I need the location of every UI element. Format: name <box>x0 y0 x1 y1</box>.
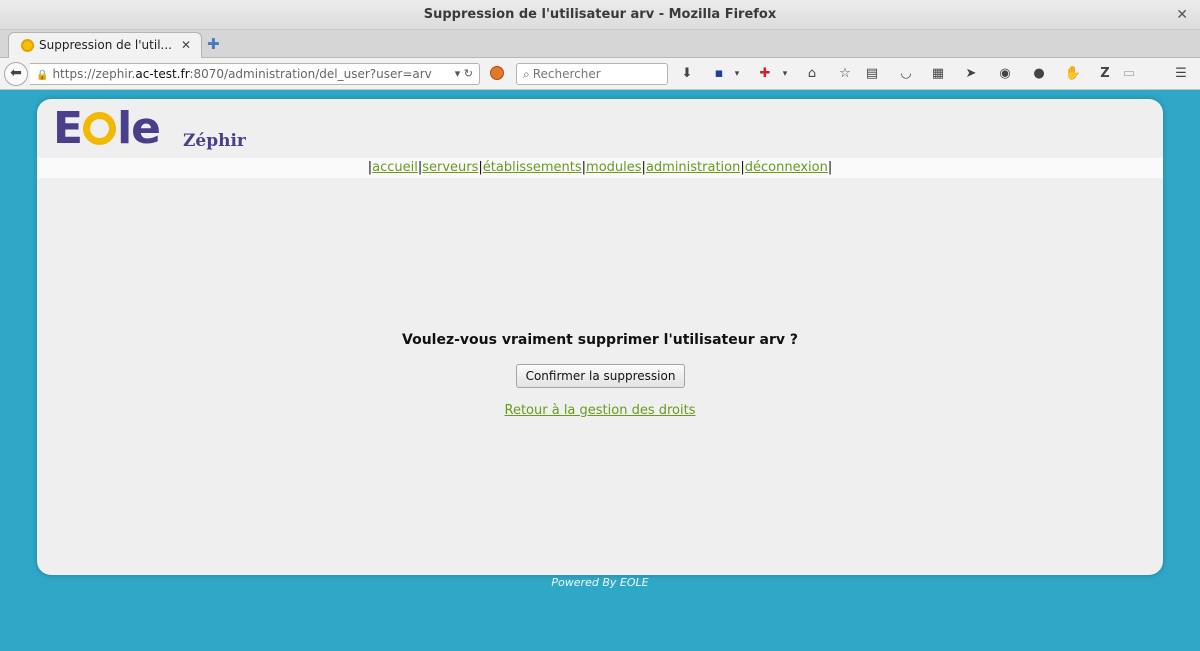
tab-title: Suppression de l'util... <box>39 38 172 52</box>
url-bar[interactable]: 🔒 https://zephir.ac-test.fr:8070/administ… <box>30 63 480 85</box>
search-placeholder: Rechercher <box>532 67 601 81</box>
confirm-delete-button[interactable]: Confirmer la suppression <box>516 364 685 388</box>
menu-item-modules[interactable]: modules <box>586 160 642 175</box>
menu-separator: | <box>827 160 833 175</box>
lock-icon: 🔒 <box>36 70 49 81</box>
pause-icon[interactable]: ◉ <box>996 65 1014 83</box>
eole-logo: Ele <box>53 103 161 154</box>
home-icon[interactable]: ⌂ <box>803 65 821 83</box>
url-prefix: https://zephir. <box>52 67 136 81</box>
chat-icon[interactable]: ● <box>1030 65 1048 83</box>
tab-bar: Suppression de l'util... ✕ ✚ <box>0 30 1200 58</box>
pocket-icon[interactable]: ◡ <box>897 65 915 83</box>
menu-item-etablissements[interactable]: établissements <box>483 160 582 175</box>
save-icon[interactable]: ▪ <box>710 65 728 83</box>
download-icon[interactable]: ⬇ <box>678 65 696 83</box>
url-domain: ac-test.fr <box>135 67 190 81</box>
addon-icon[interactable]: ✚ <box>756 65 774 83</box>
menu-icon[interactable]: ☰ <box>1172 65 1190 83</box>
window-close-icon[interactable]: ✕ <box>1176 0 1188 30</box>
zotero-icon[interactable]: Z <box>1096 65 1114 83</box>
app-name: Zéphir <box>183 131 246 151</box>
menu-item-serveurs[interactable]: serveurs <box>422 160 478 175</box>
url-suffix: :8070/administration/del_user?user=arv <box>189 67 432 81</box>
back-to-rights-link[interactable]: Retour à la gestion des droits <box>37 403 1163 418</box>
eole-favicon-icon <box>21 39 34 52</box>
page-icon[interactable]: ▭ <box>1120 65 1138 83</box>
window-titlebar: Suppression de l'utilisateur arv - Mozil… <box>0 0 1200 30</box>
url-dropdown-reload-icon[interactable]: ▾ ↻ <box>450 64 473 84</box>
send-icon[interactable]: ➤ <box>962 65 980 83</box>
browser-tab[interactable]: Suppression de l'util... ✕ <box>8 32 202 58</box>
menu-item-deconnexion[interactable]: déconnexion <box>745 160 828 175</box>
menu-item-administration[interactable]: administration <box>646 160 740 175</box>
navigation-bar: ⬅ 🔒 https://zephir.ac-test.fr:8070/admini… <box>0 58 1200 90</box>
page-card: Ele Zéphir |accueil|serveurs|établisseme… <box>37 99 1163 575</box>
new-tab-icon[interactable]: ✚ <box>207 35 220 53</box>
menu-item-accueil[interactable]: accueil <box>372 160 418 175</box>
search-icon: ⌕ <box>523 67 530 81</box>
noscript-icon[interactable] <box>490 66 504 80</box>
confirmation-question: Voulez-vous vraiment supprimer l'utilisa… <box>402 332 798 348</box>
main-menu: |accueil|serveurs|établissements|modules… <box>37 158 1163 178</box>
save-dropdown-icon[interactable]: ▾ <box>728 65 746 83</box>
addon-dropdown-icon[interactable]: ▾ <box>776 65 794 83</box>
back-arrow-icon[interactable]: ⬅ <box>4 62 28 86</box>
reading-list-icon[interactable]: ▤ <box>863 65 881 83</box>
footer-powered-by: Powered By EOLE <box>551 576 649 589</box>
bookmark-star-icon[interactable]: ☆ <box>836 65 854 83</box>
apps-grid-icon[interactable]: ▦ <box>929 65 947 83</box>
hand-icon[interactable]: ✋ <box>1064 65 1082 83</box>
window-title: Suppression de l'utilisateur arv - Mozil… <box>423 7 777 22</box>
tab-close-icon[interactable]: ✕ <box>181 33 191 57</box>
search-bar[interactable]: ⌕ Rechercher <box>516 63 668 85</box>
